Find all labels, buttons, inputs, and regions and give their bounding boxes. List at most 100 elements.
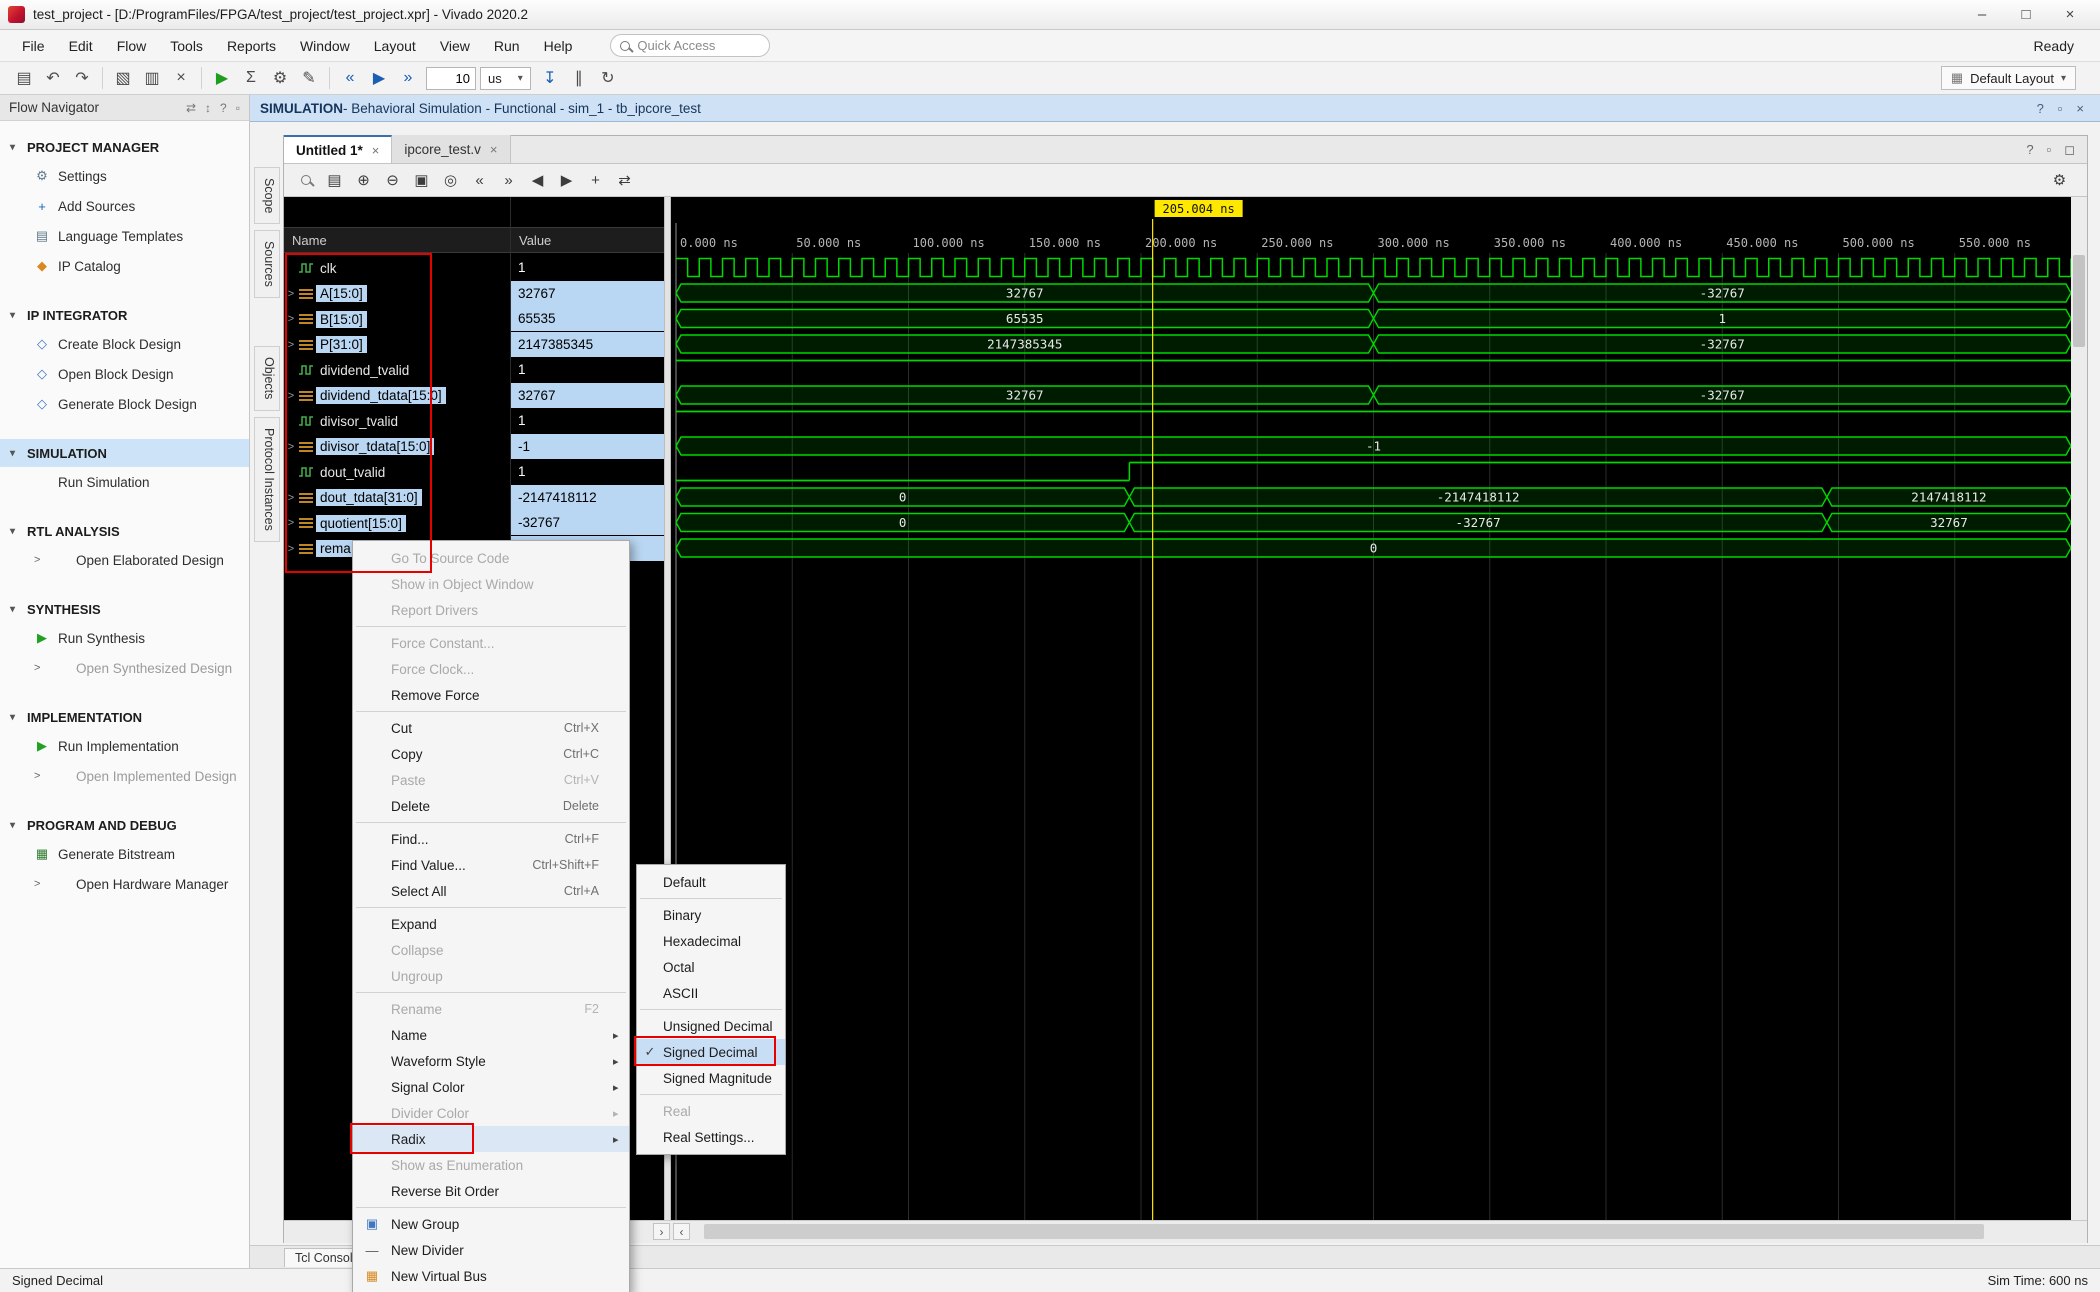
float-icon[interactable]: ▫ (2058, 101, 2063, 116)
signal-row-p-31-0[interactable]: >P[31:0] (284, 332, 510, 358)
menu-item-remove-force[interactable]: Remove Force (353, 682, 629, 708)
undo-icon[interactable]: ↶ (39, 65, 67, 92)
signal-value-a-15-0[interactable]: 32767 (511, 281, 664, 306)
menu-item-new-group[interactable]: ▣New Group (353, 1211, 629, 1237)
save-waveform-icon[interactable]: ▤ (321, 167, 348, 193)
signal-row-quotient-15-0[interactable]: >quotient[15:0] (284, 510, 510, 536)
tab-untitled-1[interactable]: Untitled 1*× (284, 135, 392, 163)
menu-reports[interactable]: Reports (215, 33, 288, 59)
menu-view[interactable]: View (428, 33, 482, 59)
menu-help[interactable]: Help (532, 33, 585, 59)
signal-row-clk[interactable]: clk (284, 255, 510, 281)
flow-item-open-block-design[interactable]: ◇Open Block Design (0, 359, 249, 389)
signal-row-divisor-tdata-15-0[interactable]: >divisor_tdata[15:0] (284, 434, 510, 460)
zoom-fit-icon[interactable]: ▣ (408, 167, 435, 193)
goto-time-0-icon[interactable]: « (466, 167, 493, 193)
expand-icon[interactable]: ↕ (205, 101, 211, 115)
copy-icon[interactable]: ▧ (109, 65, 137, 92)
tab-close-icon[interactable]: × (372, 143, 380, 158)
menu-item-reverse-bit-order[interactable]: Reverse Bit Order (353, 1178, 629, 1204)
flow-section-simulation[interactable]: ▾SIMULATION (0, 439, 249, 467)
menu-item-signed-decimal[interactable]: ✓Signed Decimal (637, 1039, 785, 1065)
flow-item-open-implemented-design[interactable]: >Open Implemented Design (0, 761, 249, 791)
vertical-scrollbar[interactable] (2071, 197, 2087, 1220)
paste-icon[interactable]: ▥ (138, 65, 166, 92)
collapse-caret-icon[interactable]: ▾ (10, 820, 20, 831)
zoom-out-icon[interactable]: ⊖ (379, 167, 406, 193)
vertical-scrollbar-thumb[interactable] (2073, 255, 2085, 347)
menu-item-find[interactable]: Find...Ctrl+F (353, 826, 629, 852)
goto-time-end-icon[interactable]: » (495, 167, 522, 193)
prev-transition-icon[interactable]: ◀ (524, 167, 551, 193)
edit-icon[interactable]: ✎ (295, 65, 323, 92)
menu-edit[interactable]: Edit (57, 33, 105, 59)
signal-value-divisor-tvalid[interactable]: 1 (511, 408, 664, 433)
flow-item-ip-catalog[interactable]: ◆IP Catalog (0, 251, 249, 281)
signal-row-dividend-tdata-15-0[interactable]: >dividend_tdata[15:0] (284, 383, 510, 409)
collapse-caret-icon[interactable]: ▾ (10, 712, 20, 723)
flow-item-language-templates[interactable]: ▤Language Templates (0, 221, 249, 251)
signal-value-clk[interactable]: 1 (511, 255, 664, 280)
expand-caret-icon[interactable]: > (284, 390, 298, 402)
help-icon[interactable]: ? (220, 101, 227, 115)
zoom-to-cursor-icon[interactable]: ◎ (437, 167, 464, 193)
collapse-caret-icon[interactable]: ▾ (10, 448, 20, 459)
side-tab-objects[interactable]: Objects (254, 346, 280, 410)
relaunch-icon[interactable]: ↻ (594, 65, 622, 92)
toggle-icon[interactable]: ⇄ (186, 101, 196, 115)
expand-chevron-icon[interactable]: > (34, 662, 44, 674)
time-unit-select[interactable]: us ▾ (480, 67, 531, 90)
expand-chevron-icon[interactable]: > (34, 878, 44, 890)
hide-icon[interactable]: ▫ (236, 101, 240, 115)
flow-section-program-and-debug[interactable]: ▾PROGRAM AND DEBUG (0, 811, 249, 839)
menu-item-radix[interactable]: Radix▸ (353, 1126, 629, 1152)
menu-layout[interactable]: Layout (362, 33, 428, 59)
menu-item-real-settings[interactable]: Real Settings... (637, 1124, 785, 1150)
signal-value-dividend-tdata-15-0[interactable]: 32767 (511, 383, 664, 408)
signal-value-b-15-0[interactable]: 65535 (511, 306, 664, 331)
collapse-caret-icon[interactable]: ▾ (10, 142, 20, 153)
minimize-button[interactable]: – (1960, 1, 2004, 29)
maximize-icon[interactable]: ◻ (2064, 142, 2075, 158)
menu-item-expand[interactable]: Expand (353, 911, 629, 937)
menu-item-new-divider[interactable]: —New Divider (353, 1237, 629, 1263)
flow-item-open-hardware-manager[interactable]: >Open Hardware Manager (0, 869, 249, 899)
flow-item-open-elaborated-design[interactable]: >Open Elaborated Design (0, 545, 249, 575)
delete-icon[interactable]: × (167, 65, 195, 92)
menu-item-unsigned-decimal[interactable]: Unsigned Decimal (637, 1013, 785, 1039)
menu-item-default[interactable]: Default (637, 869, 785, 895)
tab-ipcore-test-v[interactable]: ipcore_test.v× (392, 135, 510, 163)
signal-value-p-31-0[interactable]: 2147385345 (511, 332, 664, 357)
help-icon[interactable]: ? (2037, 101, 2044, 116)
menu-item-signal-color[interactable]: Signal Color▸ (353, 1074, 629, 1100)
flow-item-open-synthesized-design[interactable]: >Open Synthesized Design (0, 653, 249, 683)
flow-item-run-implementation[interactable]: ▶Run Implementation (0, 731, 249, 761)
flow-section-ip-integrator[interactable]: ▾IP INTEGRATOR (0, 301, 249, 329)
wave-settings-icon[interactable]: ⚙ (2046, 167, 2073, 193)
pause-icon[interactable]: ∥ (565, 65, 593, 92)
flow-item-generate-bitstream[interactable]: ▦Generate Bitstream (0, 839, 249, 869)
menu-item-hexadecimal[interactable]: Hexadecimal (637, 928, 785, 954)
wave-canvas[interactable]: 0.000 ns50.000 ns100.000 ns150.000 ns200… (671, 197, 2071, 1220)
flow-section-rtl-analysis[interactable]: ▾RTL ANALYSIS (0, 517, 249, 545)
swap-cursors-icon[interactable]: ⇄ (611, 167, 638, 193)
menu-item-ascii[interactable]: ASCII (637, 980, 785, 1006)
horizontal-scrollbar-thumb[interactable] (704, 1224, 1984, 1239)
signal-value-divisor-tdata-15-0[interactable]: -1 (511, 434, 664, 459)
menu-run[interactable]: Run (482, 33, 532, 59)
expand-caret-icon[interactable]: > (284, 441, 298, 453)
menu-item-binary[interactable]: Binary (637, 902, 785, 928)
menu-item-new-virtual-bus[interactable]: ▦New Virtual Bus (353, 1263, 629, 1289)
next-transition-icon[interactable]: ▶ (553, 167, 580, 193)
signal-row-a-15-0[interactable]: >A[15:0] (284, 281, 510, 307)
signal-row-divisor-tvalid[interactable]: divisor_tvalid (284, 408, 510, 434)
expand-left-icon[interactable]: ‹ (673, 1223, 690, 1240)
flow-section-project-manager[interactable]: ▾PROJECT MANAGER (0, 133, 249, 161)
save-icon[interactable]: ▤ (10, 65, 38, 92)
menu-item-delete[interactable]: DeleteDelete (353, 793, 629, 819)
tab-close-icon[interactable]: × (490, 142, 498, 157)
simulation-time-input[interactable] (426, 67, 476, 90)
menu-item-find-value[interactable]: Find Value...Ctrl+Shift+F (353, 852, 629, 878)
flow-item-create-block-design[interactable]: ◇Create Block Design (0, 329, 249, 359)
quick-access-search[interactable]: Quick Access (610, 34, 770, 57)
